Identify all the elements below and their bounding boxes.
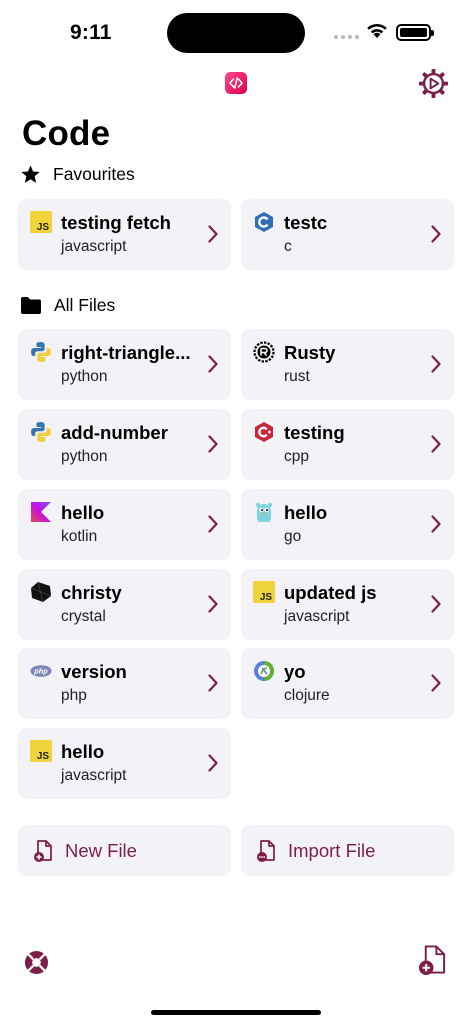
chevron-right-icon [431,225,441,243]
favourites-label: Favourites [53,164,135,184]
app-logo-icon [225,72,247,94]
file-card[interactable]: JS updated js javascript [241,569,454,640]
dynamic-island [167,13,305,53]
chevron-right-icon [431,355,441,373]
javascript-icon: JS [30,740,52,762]
file-name: hello [61,502,105,523]
page-title: Code [22,114,111,153]
file-name: add-number [61,422,168,443]
file-language: javascript [61,238,127,255]
file-language: clojure [284,687,330,704]
file-name: testing fetch [61,212,171,233]
new-file-icon [34,839,52,862]
clojure-icon [253,660,275,682]
new-file-fab-icon[interactable] [418,944,447,976]
rust-icon [253,341,275,363]
chevron-right-icon [208,674,218,692]
file-card[interactable]: add-number python [18,409,231,480]
file-language: javascript [61,767,127,784]
chevron-right-icon [431,595,441,613]
chevron-right-icon [431,435,441,453]
import-file-button[interactable]: Import File [241,825,454,876]
favourites-header: Favourites [20,164,135,185]
star-icon [21,165,40,183]
file-name: yo [284,661,306,682]
file-card[interactable]: hello go [241,489,454,560]
svg-text:JS: JS [260,592,273,603]
chevron-right-icon [208,595,218,613]
all-files-label: All Files [54,295,116,315]
home-indicator [151,1010,321,1015]
wifi-icon [367,23,387,38]
file-name: Rusty [284,342,336,363]
file-language: php [61,687,87,704]
chevron-right-icon [208,435,218,453]
file-name: version [61,661,127,682]
python-icon [30,341,52,363]
file-name: updated js [284,582,377,603]
crystal-icon [30,581,52,603]
import-file-label: Import File [288,839,376,861]
folder-icon [21,297,41,314]
file-language: c [284,238,292,255]
chevron-right-icon [208,355,218,373]
file-name: hello [61,741,105,762]
new-file-button[interactable]: New File [18,825,231,876]
file-language: cpp [284,448,309,465]
file-name: hello [284,502,328,523]
file-language: crystal [61,608,106,625]
import-file-icon [257,839,275,862]
file-language: go [284,528,302,545]
all-files-header: All Files [20,295,115,316]
chevron-right-icon [431,674,441,692]
cpp-icon [253,421,275,443]
file-name: christy [61,582,122,603]
python-icon [30,421,52,443]
favourite-card[interactable]: JS testing fetch javascript [18,199,231,270]
file-card[interactable]: php version php [18,648,231,719]
chevron-right-icon [208,515,218,533]
new-file-label: New File [65,839,137,861]
chevron-right-icon [431,515,441,533]
file-name: testing [284,422,345,443]
php-icon: php [30,660,52,682]
file-card[interactable]: testing cpp [241,409,454,480]
c-icon [253,211,275,233]
kotlin-icon [30,501,52,523]
file-name: testc [284,212,328,233]
file-language: python [61,448,108,465]
file-card[interactable]: JS hello javascript [18,728,231,799]
file-name: right-triangle... [61,342,191,363]
svg-text:php: php [33,667,48,676]
file-language: javascript [284,608,350,625]
battery-icon [396,24,434,41]
javascript-icon: JS [253,581,275,603]
chevron-right-icon [208,754,218,772]
file-card[interactable]: Rusty rust [241,329,454,400]
svg-text:JS: JS [37,222,50,233]
favourite-card[interactable]: testc c [241,199,454,270]
file-language: rust [284,368,310,385]
status-bar: 9:11 [0,0,472,62]
svg-text:JS: JS [37,751,50,762]
file-card[interactable]: christy crystal [18,569,231,640]
file-language: python [61,368,108,385]
settings-gear-icon[interactable] [418,68,449,99]
file-card[interactable]: right-triangle... python [18,329,231,400]
file-language: kotlin [61,528,98,545]
chevron-right-icon [208,225,218,243]
file-card[interactable]: hello kotlin [18,489,231,560]
signal-icon [334,35,359,39]
help-lifebuoy-icon[interactable] [24,950,49,975]
status-time: 9:11 [70,21,112,44]
file-card[interactable]: yo clojure [241,648,454,719]
go-icon [253,501,275,523]
javascript-icon: JS [30,211,52,233]
